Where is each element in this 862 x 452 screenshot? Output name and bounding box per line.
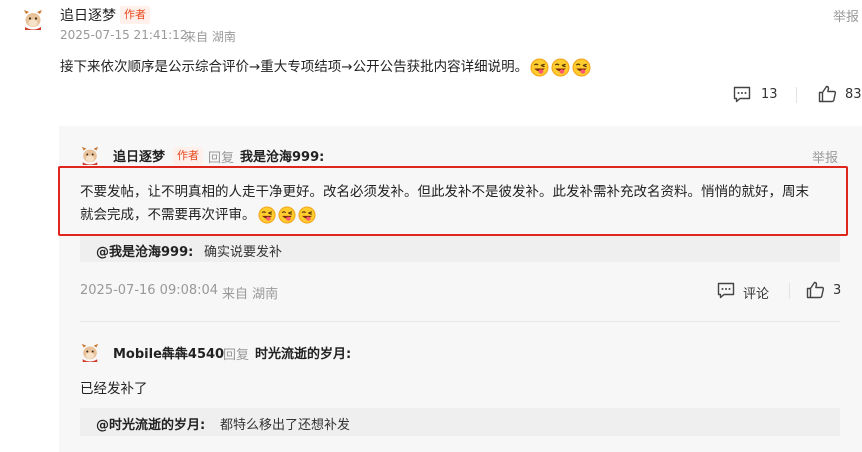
reply-author-name[interactable]: Mobile犇犇4540 (113, 343, 224, 362)
reply-target-user[interactable]: 时光流逝的岁月: (255, 343, 351, 362)
reply-word: 回复 (223, 348, 250, 363)
quoted-user[interactable]: @我是沧海999: (96, 241, 193, 260)
report-link[interactable]: 举报 (833, 6, 859, 25)
quoted-text: 确实说要发补 (204, 245, 283, 260)
quoted-reply: @时光流逝的岁月: 都特么移出了还想补发 (80, 408, 840, 436)
like-count[interactable]: 83 (845, 87, 862, 102)
comment-text: 接下来依次顺序是公示综合评价→重大专项结项→公开公告获批内容详细说明。 (60, 55, 591, 77)
reply-text: 已经发补了 (80, 381, 148, 397)
comment-bubble-icon[interactable] (733, 86, 751, 103)
author-tag: 作者 (120, 6, 150, 24)
reply-report-link[interactable]: 举报 (812, 147, 838, 166)
comment-timestamp: 2025-07-15 21:41:12 (60, 28, 188, 42)
action-divider (796, 87, 797, 103)
reply-separator (80, 321, 840, 322)
thumbs-up-icon[interactable] (806, 281, 825, 299)
reply-author-tag: 作者 (173, 147, 203, 165)
comment-location: 来自 湖南 (184, 30, 236, 44)
quoted-text: 都特么移出了还想补发 (220, 418, 351, 433)
action-divider (789, 283, 790, 299)
author-avatar[interactable] (22, 8, 44, 30)
comment-count[interactable]: 13 (761, 87, 778, 102)
reply-comment-button[interactable]: 评论 (743, 283, 769, 302)
reply-location: 来自 湖南 (222, 287, 279, 302)
reply-word: 回复 (208, 151, 235, 166)
quoted-reply: @我是沧海999: 确实说要发补 (80, 236, 840, 262)
reply-author-avatar[interactable] (80, 145, 100, 165)
reply-author-avatar[interactable] (80, 342, 100, 362)
reply-like-count[interactable]: 3 (833, 283, 841, 298)
tongue-wink-emoji-icon (572, 58, 591, 77)
tongue-wink-emoji-icon (551, 58, 570, 77)
reply-target-user[interactable]: 我是沧海999: (240, 146, 324, 165)
quoted-user[interactable]: @时光流逝的岁月: (96, 414, 205, 433)
comment-bubble-icon[interactable] (717, 282, 735, 299)
highlight-box (58, 166, 848, 236)
author-name[interactable]: 追日逐梦 (60, 5, 116, 25)
thumbs-up-icon[interactable] (818, 85, 837, 103)
tongue-wink-emoji-icon (530, 58, 549, 77)
reply-author-name[interactable]: 追日逐梦 (113, 146, 165, 165)
comment-text-content: 接下来依次顺序是公示综合评价→重大专项结项→公开公告获批内容详细说明。 (60, 59, 529, 75)
reply-timestamp: 2025-07-16 09:08:04 (80, 283, 219, 298)
